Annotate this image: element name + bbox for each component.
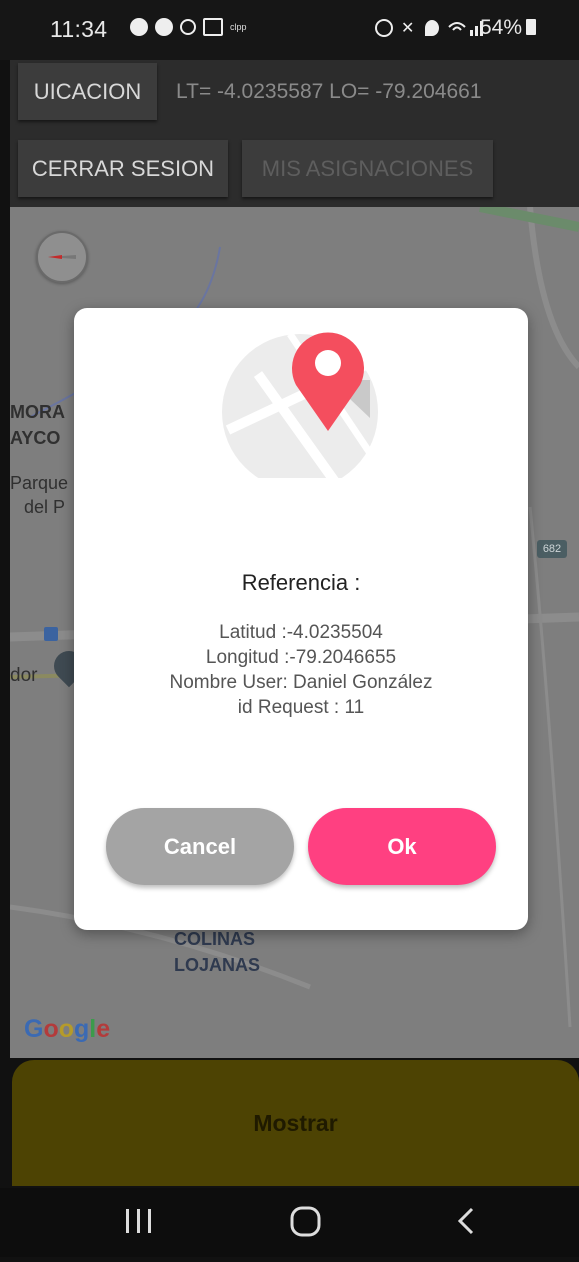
home-icon[interactable] [290,1206,321,1237]
google-logo: Google [24,1015,111,1043]
bus-stop-icon[interactable] [44,627,58,641]
map-label-del-p: del P [24,497,66,517]
location-icon [425,20,439,36]
reference-dialog: Referencia : Latitud :-4.0235504 Longitu… [74,308,528,930]
dialog-details: Latitud :-4.0235504 Longitud :-79.204665… [74,620,528,720]
top-toolbar: UICACION LT= -4.0235587 LO= -79.204661 C… [10,60,579,207]
download-icon-2 [155,18,173,36]
system-icons: ✕ [375,18,487,38]
alarm-icon [375,19,393,37]
request-id-text: id Request : 11 [237,697,365,718]
map-label-lojanas: LOJANAS [174,955,261,975]
gallery-icon [203,18,223,36]
alarm-clock-icon [180,19,196,35]
map-pin-illustration-icon [222,332,380,478]
notification-icons: clpp [130,18,247,36]
compass-button[interactable] [36,231,88,283]
battery-icon [526,19,537,35]
logout-button[interactable]: CERRAR SESION [18,140,228,197]
latitude-text: Latitud :-4.0235504 [219,622,383,643]
navigation-bar [0,1188,579,1257]
ok-button[interactable]: Ok [308,808,496,885]
app-notification-text: clpp [230,22,247,32]
user-name-text: Nombre User: Daniel González [169,672,433,693]
battery-percent: 54% [480,16,523,39]
mute-icon: ✕ [401,20,415,37]
map-label-dor: dor [10,665,38,686]
status-time: 11:34 [50,16,108,42]
nav-icons [126,1206,474,1237]
route-badge: 682 [537,540,567,558]
show-button[interactable]: Mostrar [12,1060,579,1186]
longitude-text: Longitud :-79.2046655 [205,647,397,668]
location-button[interactable]: UICACION [18,63,157,120]
assignments-button[interactable]: MIS ASIGNACIONES [242,140,493,197]
map-label-ayco: AYCO [10,428,61,448]
cancel-button[interactable]: Cancel [106,808,294,885]
current-coordinates: LT= -4.0235587 LO= -79.204661 [176,80,482,103]
battery-level: 54% [480,16,537,40]
recent-apps-icon[interactable] [126,1209,151,1233]
map-label-parque: Parque [10,473,69,493]
map-label-colinas: COLINAS [174,929,255,949]
status-bar: 11:34 clpp ✕ 54% [0,0,579,60]
dialog-title: Referencia : [241,570,361,595]
download-icon [130,18,148,36]
map-label-mora: MORA [10,402,65,422]
compass-needle-icon [48,255,76,259]
back-icon[interactable] [457,1207,474,1235]
